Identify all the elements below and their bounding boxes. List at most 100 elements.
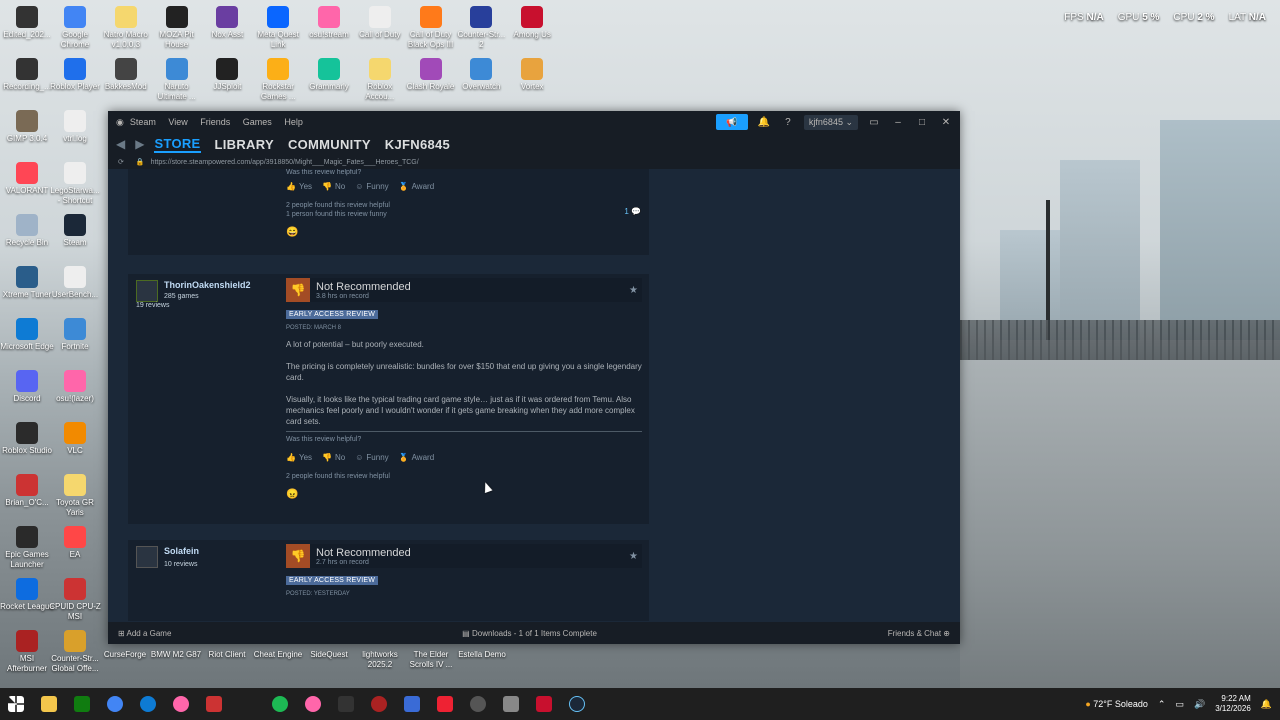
app-icon[interactable] (503, 696, 519, 712)
desktop-icon[interactable]: Counter-Str... Global Offe... (48, 630, 102, 674)
desktop-icon[interactable]: Edited_202... (0, 6, 54, 40)
announcement-button[interactable]: 📢 (715, 114, 748, 130)
desktop-icon[interactable]: BakkesMod (99, 58, 153, 92)
desktop-icon[interactable]: Brian_O'C... (0, 474, 54, 508)
desktop-icon[interactable]: lightworks 2025.2 (353, 650, 407, 670)
desktop-icon[interactable]: Google Chrome (48, 6, 102, 50)
desktop-icon[interactable]: Call of Duty Black Ops III (404, 6, 458, 50)
minimize-icon[interactable]: – (890, 117, 906, 128)
desktop-icon[interactable]: Rockstar Games ... (251, 58, 305, 102)
desktop-icon[interactable]: Roblox Studio (0, 422, 54, 456)
reviewer-reviews[interactable]: 19 reviews (136, 302, 276, 309)
verdict-title[interactable]: Not Recommended (316, 281, 411, 293)
network-icon[interactable]: ▭ (1175, 699, 1184, 710)
desktop-icon[interactable]: Estella Demo (455, 650, 509, 660)
app-icon[interactable] (536, 696, 552, 712)
xbox-icon[interactable] (74, 696, 90, 712)
back-arrow-icon[interactable]: ◀ (116, 137, 125, 151)
verdict-title[interactable]: Not Recommended (316, 547, 411, 559)
url-text[interactable]: https://store.steampowered.com/app/39188… (151, 159, 419, 166)
desktop-icon[interactable]: Overwatch (454, 58, 508, 92)
desktop-icon[interactable]: Grammarly (302, 58, 356, 92)
app-icon[interactable] (437, 696, 453, 712)
desktop-icon[interactable]: Steam (48, 214, 102, 248)
file-explorer-icon[interactable] (41, 696, 57, 712)
clock[interactable]: 9:22 AM 3/12/2026 (1215, 694, 1251, 714)
account-menu[interactable]: kjfn6845 ⌄ (803, 114, 858, 130)
desktop-icon[interactable]: BMW M2 G87 (149, 650, 203, 660)
desktop-icon[interactable]: Fortnite (48, 318, 102, 352)
vote-no-button[interactable]: 👎 No (322, 453, 345, 462)
big-picture-icon[interactable]: ▭ (866, 117, 882, 128)
desktop-icon[interactable]: Clash Royale (404, 58, 458, 92)
windows-start-icon[interactable] (8, 696, 24, 712)
desktop-icon[interactable]: UserBench... (48, 266, 102, 300)
avatar[interactable] (136, 546, 158, 568)
desktop-icon[interactable]: Rocket League (0, 578, 54, 612)
desktop-icon[interactable]: EA (48, 526, 102, 560)
desktop-icon[interactable]: Epic Games Launcher (0, 526, 54, 570)
desktop-icon[interactable]: Xtreme Tuner (0, 266, 54, 300)
edge-icon[interactable] (140, 696, 156, 712)
vote-no-button[interactable]: 👎 No (322, 182, 345, 191)
desktop-icon[interactable]: osu!(lazer) (48, 370, 102, 404)
vote-funny-button[interactable]: ☺ Funny (355, 453, 388, 462)
desktop-icon[interactable]: Call of Duty (353, 6, 407, 40)
desktop-icon[interactable]: CurseForge (98, 650, 152, 660)
award-button[interactable]: 🏅 Award (399, 182, 435, 191)
desktop-icon[interactable]: osu!stream (302, 6, 356, 40)
osu-lazer-icon[interactable] (305, 696, 321, 712)
chrome-icon[interactable] (107, 696, 123, 712)
desktop-icon[interactable]: Vortex (505, 58, 559, 92)
desktop-icon[interactable]: Recycle Bin (0, 214, 54, 248)
award-button[interactable]: 🏅 Award (399, 453, 435, 462)
forward-arrow-icon[interactable]: ▶ (135, 137, 144, 151)
star-icon[interactable]: ★ (629, 285, 642, 296)
desktop-icon[interactable]: VALORANT (0, 162, 54, 196)
downloads-status[interactable]: ▤ Downloads - 1 of 1 Items Complete (462, 629, 597, 638)
desktop-icon[interactable]: Nox Asst (200, 6, 254, 40)
desktop-icon[interactable]: MOZA Pit House (150, 6, 204, 50)
menu-friends[interactable]: Friends (200, 117, 230, 127)
desktop-icon[interactable]: MSI Afterburner (0, 630, 54, 674)
chevron-up-icon[interactable]: ⌃ (1158, 699, 1166, 710)
weather-widget[interactable]: ● 72°F Soleado (1085, 699, 1148, 709)
avatar[interactable] (136, 280, 158, 302)
menu-steam[interactable]: Steam (130, 117, 156, 127)
desktop-icon[interactable]: Roblox Accou... (353, 58, 407, 102)
tab-library[interactable]: LIBRARY (215, 137, 274, 152)
desktop-icon[interactable]: Toyota GR Yaris (48, 474, 102, 518)
desktop-icon[interactable]: Meta Quest Link (251, 6, 305, 50)
terminal-icon[interactable] (338, 696, 354, 712)
star-icon[interactable]: ★ (629, 551, 642, 562)
menu-view[interactable]: View (168, 117, 187, 127)
desktop-icon[interactable]: LegoStarwa... - Shortcut (48, 162, 102, 206)
vote-yes-button[interactable]: 👍 Yes (286, 453, 312, 462)
desktop-icon[interactable]: Recording_... (0, 58, 54, 92)
comment-count[interactable]: 1 💬 (624, 207, 641, 216)
tab-community[interactable]: COMMUNITY (288, 137, 371, 152)
speaker-icon[interactable]: 🔊 (1194, 699, 1205, 710)
add-game-button[interactable]: ⊞ Add a Game (118, 629, 171, 638)
menu-games[interactable]: Games (243, 117, 272, 127)
desktop-icon[interactable]: GIMP 3.0.4 (0, 110, 54, 144)
steam-taskbar-icon[interactable] (569, 696, 585, 712)
desktop-icon[interactable]: Riot Client (200, 650, 254, 660)
desktop-icon[interactable]: Cheat Engine (251, 650, 305, 660)
obs-icon[interactable] (470, 696, 486, 712)
desktop-icon[interactable]: Naruto Ultimate ... (150, 58, 204, 102)
vote-yes-button[interactable]: 👍 Yes (286, 182, 312, 191)
help-icon[interactable]: ? (780, 117, 796, 128)
vote-funny-button[interactable]: ☺ Funny (355, 182, 388, 191)
desktop-icon[interactable]: Counter-Str... 2 (454, 6, 508, 50)
notification-icon[interactable]: 🔔 (1261, 699, 1272, 710)
desktop-icon[interactable]: Natro Macro v1.0.0.3 (99, 6, 153, 50)
desktop-icon[interactable]: Microsoft Edge (0, 318, 54, 352)
desktop-icon[interactable]: vtrl.log (48, 110, 102, 144)
osu-icon[interactable] (173, 696, 189, 712)
spotify-icon[interactable] (272, 696, 288, 712)
desktop-icon[interactable]: Among Us (505, 6, 559, 40)
reload-icon[interactable]: ⟳ (118, 158, 124, 166)
desktop-icon[interactable]: JJSploit (200, 58, 254, 92)
desktop-icon[interactable]: VLC (48, 422, 102, 456)
